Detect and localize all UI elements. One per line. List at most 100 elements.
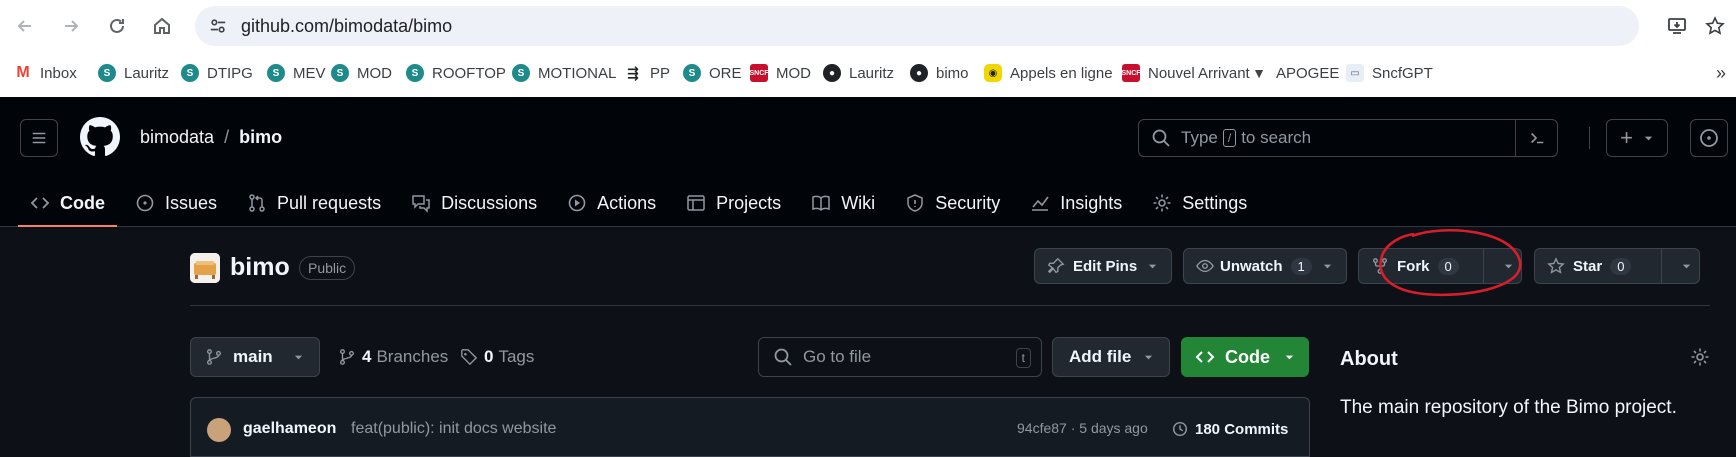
tab-actions[interactable]: Actions [555, 179, 668, 227]
bookmark-label: ROOFTOP [432, 64, 506, 82]
tab-pull-requests[interactable]: Pull requests [235, 179, 393, 227]
commit-author[interactable]: gaelhameon [243, 420, 336, 438]
tab-discussions[interactable]: Discussions [399, 179, 549, 227]
unwatch-button[interactable]: Unwatch 1 [1183, 248, 1347, 284]
s-icon: S [512, 64, 530, 82]
address-bar[interactable]: github.com/bimodata/bimo [195, 6, 1639, 46]
bookmark-item[interactable]: ● Lauritz [823, 58, 894, 88]
bookmark-item[interactable]: S MOTIONAL [512, 58, 616, 88]
fork-button[interactable]: Fork 0 [1358, 248, 1522, 284]
go-to-file-input[interactable]: Go to file t [758, 337, 1042, 377]
bookmark-item[interactable]: S MOD [331, 58, 392, 88]
bookmark-item[interactable]: S Lauritz [98, 58, 169, 88]
bookmark-label: PP [650, 64, 671, 82]
github-icon: ● [910, 64, 928, 82]
bookmark-item[interactable]: SNCF Nouvel Arrivant [1121, 58, 1250, 88]
s-icon: S [406, 64, 424, 82]
header-divider [1589, 127, 1590, 149]
settings-icon [1152, 193, 1172, 213]
commits-link[interactable]: 180 Commits [1171, 420, 1288, 438]
bookmark-item[interactable]: ▭ SncfGPT [1346, 58, 1433, 88]
bookmark-item[interactable]: ⇶ PP [624, 58, 670, 88]
insights-icon [1030, 193, 1050, 213]
commit-hash[interactable]: 94cfe87 · 5 days ago [1017, 420, 1148, 436]
github-logo-icon[interactable] [80, 117, 120, 157]
repo-link[interactable]: bimo [239, 127, 282, 148]
tag-icon [460, 348, 478, 366]
command-palette-button[interactable] [1515, 120, 1557, 156]
fork-dropdown-button[interactable] [1503, 261, 1514, 272]
tab-settings[interactable]: Settings [1140, 179, 1259, 227]
sncf-icon: SNCF [749, 64, 769, 82]
tab-label: Actions [597, 192, 657, 213]
tab-issues[interactable]: Issues [123, 179, 229, 227]
tags-link[interactable]: 0 Tags [460, 347, 534, 367]
author-avatar[interactable] [207, 418, 231, 442]
forward-button[interactable] [54, 9, 88, 43]
branch-icon [338, 348, 356, 366]
commit-message[interactable]: feat(public): init docs website [351, 420, 556, 438]
tab-projects[interactable]: Projects [674, 179, 793, 227]
search-input[interactable]: Type / to search [1138, 119, 1558, 157]
bookmark-item[interactable]: ◉ Appels en ligne [984, 58, 1113, 88]
watch-count: 1 [1290, 257, 1312, 275]
create-new-button[interactable]: + [1606, 119, 1668, 157]
bookmark-item[interactable]: S ORE [683, 58, 742, 88]
branch-selector[interactable]: main [190, 337, 320, 377]
s-icon: S [683, 64, 701, 82]
star-count: 0 [1610, 257, 1632, 275]
projects-icon [686, 193, 706, 213]
reload-button[interactable] [100, 9, 134, 43]
star-button[interactable]: Star 0 [1534, 248, 1700, 284]
s-icon: S [98, 64, 116, 82]
tab-label: Code [60, 192, 105, 213]
site-info-icon[interactable] [207, 15, 229, 37]
code-button[interactable]: Code [1181, 337, 1309, 377]
tab-insights[interactable]: Insights [1018, 179, 1134, 227]
install-app-button[interactable] [1660, 9, 1694, 43]
star-outline-icon [1705, 16, 1725, 35]
code-icon [1195, 347, 1215, 367]
bookmark-label: ORE [709, 64, 742, 82]
bookmark-item[interactable]: S DTIPG [181, 58, 253, 88]
bookmark-label: MEV [293, 64, 326, 82]
actions-icon [567, 193, 587, 213]
bookmark-item[interactable]: ● bimo [910, 58, 969, 88]
tab-label: Settings [1182, 192, 1248, 213]
about-settings-button[interactable] [1690, 347, 1710, 372]
bookmark-label: DTIPG [207, 64, 253, 82]
bookmark-star-button[interactable] [1698, 9, 1732, 43]
bookmark-item[interactable]: S ROOFTOP [406, 58, 506, 88]
visibility-badge: Public [299, 256, 356, 280]
slash-key-hint: / [1222, 129, 1237, 147]
owner-link[interactable]: bimodata [140, 127, 214, 148]
edit-pins-button[interactable]: Edit Pins [1034, 248, 1172, 284]
issues-button[interactable] [1690, 119, 1728, 157]
repo-title[interactable]: bimo [230, 253, 290, 282]
menu-button[interactable] [20, 119, 58, 157]
bookmark-label: MOTIONAL [538, 64, 617, 82]
chevron-down-icon [1644, 136, 1653, 140]
button-split-divider [1483, 249, 1484, 283]
bookmark-item[interactable]: S MEV [267, 58, 326, 88]
search-icon [773, 347, 793, 367]
gear-icon [1691, 348, 1709, 366]
home-button[interactable] [145, 9, 179, 43]
bookmark-item[interactable]: ▼ APOGEE [1250, 58, 1339, 88]
back-button[interactable] [8, 9, 42, 43]
bookmark-item[interactable]: M Inbox [14, 58, 76, 88]
url-text[interactable]: github.com/bimodata/bimo [241, 16, 452, 37]
search-icon [1151, 128, 1171, 148]
chevron-down-icon [1147, 261, 1158, 272]
tab-security[interactable]: Security [893, 179, 1012, 227]
s-icon: S [181, 64, 199, 82]
bookmark-item[interactable]: SNCF MOD [749, 58, 811, 88]
star-dropdown-button[interactable] [1681, 261, 1692, 272]
add-file-button[interactable]: Add file [1052, 337, 1170, 377]
tab-code[interactable]: Code [18, 179, 117, 227]
search-suffix: to search [1241, 128, 1312, 147]
about-description: The main repository of the Bimo project. [1340, 397, 1677, 418]
branches-link[interactable]: 4 Branches [338, 347, 448, 367]
bookmarks-overflow-button[interactable]: » [1716, 58, 1726, 88]
tab-wiki[interactable]: Wiki [799, 179, 887, 227]
